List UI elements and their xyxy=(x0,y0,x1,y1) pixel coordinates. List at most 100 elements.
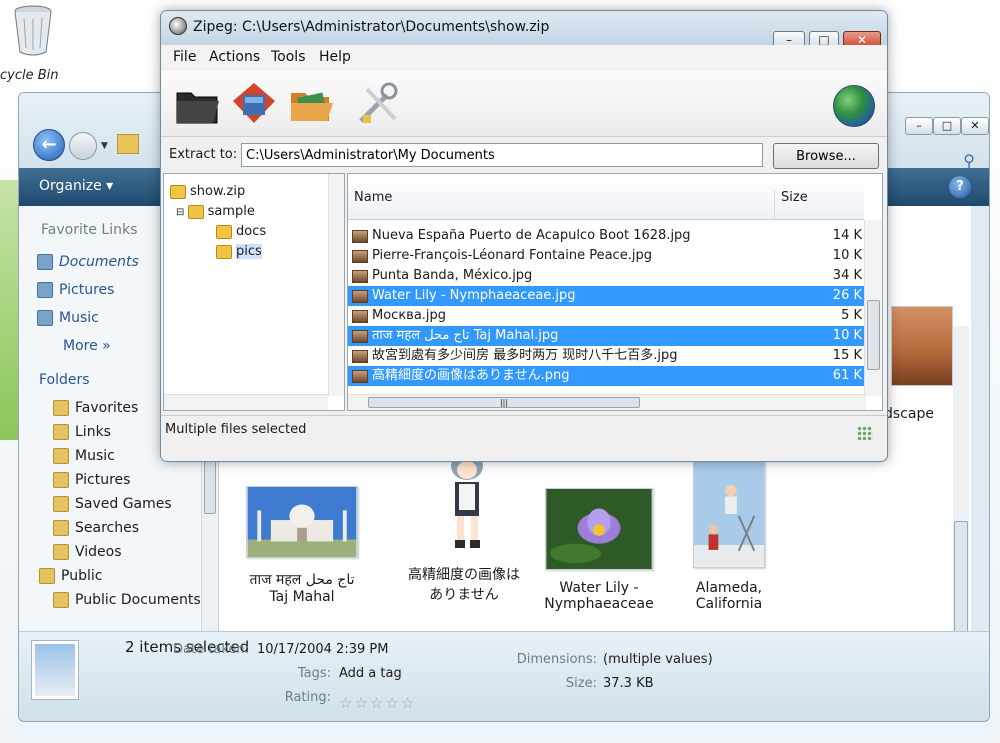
file-rows: Nueva España Puerto de Acapulco Boot 162… xyxy=(348,226,866,386)
resize-grip-icon[interactable] xyxy=(857,426,873,440)
dimensions-value: (multiple values) xyxy=(603,652,713,667)
zipeg-app-icon xyxy=(169,17,187,35)
extract-path-input[interactable] xyxy=(241,143,763,167)
tree-vertical-scrollbar[interactable] xyxy=(328,174,344,396)
image-file-icon xyxy=(352,310,368,323)
file-row-selected[interactable]: 高精細度の画像はありません.png 61 K xyxy=(348,366,866,386)
size-value: 37.3 KB xyxy=(603,676,654,691)
explorer-close-button[interactable]: ✕ xyxy=(961,117,989,135)
thumbnail-landscape[interactable] xyxy=(879,306,959,396)
tools-icon[interactable] xyxy=(353,79,403,129)
thumbnail-alameda[interactable]: Alameda, California xyxy=(674,456,784,612)
explorer-maximize-button[interactable]: □ xyxy=(933,117,961,135)
folder-icon xyxy=(39,568,55,584)
file-row-selected[interactable]: ताज महल تاج محل Taj Mahal.jpg 10 K xyxy=(348,326,866,346)
explorer-minimize-button[interactable]: – xyxy=(905,117,933,135)
help-icon[interactable]: ? xyxy=(949,176,971,198)
documents-icon xyxy=(37,254,53,270)
menu-help[interactable]: Help xyxy=(319,49,351,65)
menu-tools[interactable]: Tools xyxy=(271,49,306,65)
details-pane: 2 items selected Date taken: 10/17/2004 … xyxy=(19,631,989,721)
navigation-scrollbar[interactable] xyxy=(201,446,217,631)
recycle-bin-label: cycle Bin xyxy=(0,68,59,83)
recent-pages-dropdown[interactable]: ▼ xyxy=(101,141,108,151)
tree-node-pics[interactable]: pics xyxy=(216,244,262,259)
star-folder-icon xyxy=(53,400,69,416)
folder-icon xyxy=(53,424,69,440)
thumbnail-landscape-label: dscape xyxy=(884,406,934,422)
zipeg-title: Zipeg: C:\Users\Administrator\Documents\… xyxy=(193,19,550,35)
menu-actions[interactable]: Actions xyxy=(209,49,260,65)
folder-icon xyxy=(170,184,186,199)
file-row-selected[interactable]: Water Lily - Nymphaeaceae.jpg 26 K xyxy=(348,286,866,306)
scrollbar-thumb[interactable] xyxy=(867,300,880,370)
tree-node-sample[interactable]: ⊟ sample xyxy=(176,204,255,219)
zipeg-window[interactable]: Zipeg: C:\Users\Administrator\Documents\… xyxy=(160,10,888,462)
folder-saved-games[interactable]: Saved Games xyxy=(53,496,172,512)
folder-icon xyxy=(216,244,232,259)
thumbnail-alameda-label: Alameda, California xyxy=(695,580,763,612)
videos-icon xyxy=(53,544,69,560)
file-row[interactable]: 故宮到處有多少间房 最多时两万 现时八千七百多.jpg 15 K xyxy=(348,346,866,366)
thumbnail-taj-mahal[interactable]: ताज महल تاج محل Taj Mahal xyxy=(237,486,367,605)
thumbnail-taj-mahal-label: ताज महल تاج محل Taj Mahal xyxy=(249,572,355,605)
file-list-header: Name Size xyxy=(348,174,864,220)
folder-public-documents[interactable]: Public Documents xyxy=(53,592,201,608)
tree-node-docs[interactable]: docs xyxy=(216,224,266,239)
folder-links[interactable]: Links xyxy=(53,424,111,440)
file-row[interactable]: Москва.jpg 5 K xyxy=(348,306,866,326)
open-archive-icon[interactable] xyxy=(173,79,223,129)
folder-searches[interactable]: Searches xyxy=(53,520,139,536)
zipeg-toolbar xyxy=(161,71,887,137)
favorite-link-music[interactable]: Music xyxy=(37,310,99,326)
globe-icon[interactable] xyxy=(833,85,875,127)
date-taken-value[interactable]: 10/17/2004 2:39 PM xyxy=(257,642,388,657)
file-row[interactable]: Pierre-François-Léonard Fontaine Peace.j… xyxy=(348,246,866,266)
recycle-bin[interactable]: cycle Bin xyxy=(0,0,90,95)
folder-videos[interactable]: Videos xyxy=(53,544,122,560)
file-list-vertical-scrollbar[interactable] xyxy=(864,220,882,396)
status-bar: Multiple files selected xyxy=(161,415,887,441)
back-button[interactable]: ← xyxy=(33,129,65,161)
extract-icon[interactable] xyxy=(229,79,279,129)
menu-file[interactable]: File xyxy=(173,49,196,65)
image-file-icon xyxy=(352,290,368,303)
folder-favorites[interactable]: Favorites xyxy=(53,400,138,416)
zipeg-title-bar[interactable]: Zipeg: C:\Users\Administrator\Documents\… xyxy=(161,11,887,51)
dimensions-label: Dimensions: xyxy=(516,652,597,667)
column-size[interactable]: Size xyxy=(774,190,808,220)
music-folder-icon xyxy=(53,448,69,464)
favorite-link-documents[interactable]: Documents xyxy=(37,254,139,270)
open-folder-icon[interactable] xyxy=(287,79,337,129)
organize-button[interactable]: Organize ▾ xyxy=(39,178,113,194)
music-icon xyxy=(37,310,53,326)
file-row[interactable]: Punta Banda, México.jpg 34 K xyxy=(348,266,866,286)
folder-public[interactable]: Public xyxy=(39,568,102,584)
size-label: Size: xyxy=(565,676,597,691)
file-row[interactable]: Nueva España Puerto de Acapulco Boot 162… xyxy=(348,226,866,246)
file-list: Name Size Nueva España Puerto de Acapulc… xyxy=(347,173,883,411)
tree-node-show-zip[interactable]: show.zip xyxy=(170,184,245,199)
tree-horizontal-scrollbar[interactable] xyxy=(164,394,328,410)
image-file-icon xyxy=(352,330,368,343)
scrollbar-thumb[interactable]: ||| xyxy=(368,397,640,408)
more-links[interactable]: More » xyxy=(63,338,111,354)
folder-pictures[interactable]: Pictures xyxy=(53,472,130,488)
rating-stars[interactable]: ☆☆☆☆☆ xyxy=(339,694,416,712)
recycle-bin-icon xyxy=(14,5,52,56)
folder-music[interactable]: Music xyxy=(53,448,115,464)
image-file-icon xyxy=(352,370,368,383)
image-file-icon xyxy=(352,270,368,283)
column-name[interactable]: Name xyxy=(354,190,392,205)
tags-value[interactable]: Add a tag xyxy=(339,666,402,681)
favorite-link-pictures[interactable]: Pictures xyxy=(37,282,114,298)
file-list-horizontal-scrollbar[interactable]: ||| xyxy=(348,394,866,410)
searches-icon xyxy=(53,520,69,536)
thumbnail-water-lily[interactable]: Water Lily - Nymphaeaceae xyxy=(539,488,659,612)
taj-mahal-image xyxy=(246,486,358,558)
forward-button[interactable] xyxy=(69,132,97,160)
scrollbar-thumb[interactable] xyxy=(204,454,216,514)
folders-heading[interactable]: Folders xyxy=(39,372,90,388)
browse-button[interactable]: Browse... xyxy=(773,143,879,169)
archive-tree: show.zip ⊟ sample docs pics xyxy=(163,173,345,411)
